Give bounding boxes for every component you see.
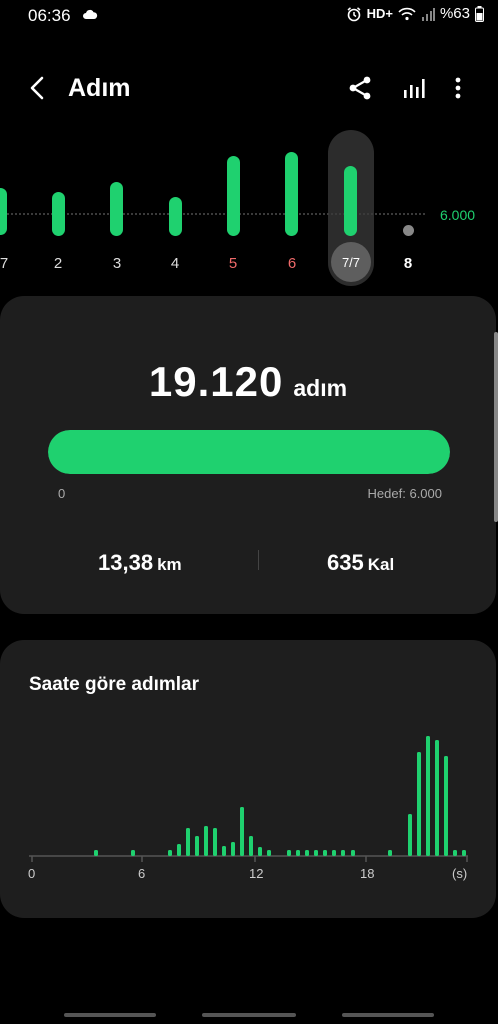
hourly-bar <box>408 814 412 856</box>
distance-metric: 13,38 km <box>98 550 182 576</box>
selected-day-label[interactable]: 7/7 <box>331 242 371 282</box>
scrollbar[interactable] <box>494 332 498 522</box>
goal-label: 6.000 <box>440 207 476 223</box>
network-type-label: HD+ <box>366 6 393 21</box>
progress-min-label: 0 <box>58 486 66 501</box>
hourly-bar <box>186 828 190 856</box>
hourly-steps-card: Saate göre adımlar 0 6 12 18 (s) <box>0 640 496 918</box>
calories-unit: Kal <box>367 555 395 574</box>
hour-tick-label: 18 <box>360 866 375 881</box>
metric-divider <box>258 550 259 570</box>
wifi-icon <box>398 7 416 20</box>
more-icon[interactable] <box>448 74 468 102</box>
hourly-bar <box>323 850 327 856</box>
hourly-bar <box>426 736 430 856</box>
back-icon[interactable] <box>26 74 48 102</box>
day-label[interactable]: 8 <box>393 255 423 272</box>
nav-recents-indicator[interactable] <box>64 1013 156 1017</box>
hour-tick-label: 0 <box>28 866 36 881</box>
app-header: Adım <box>0 60 498 116</box>
day-label[interactable]: 6 <box>277 255 307 272</box>
goal-progress-fill <box>48 430 450 474</box>
hourly-bar <box>195 836 199 856</box>
hourly-bar <box>462 850 466 856</box>
day-bar[interactable] <box>227 156 240 236</box>
battery-icon <box>475 5 484 22</box>
day-label[interactable]: 4 <box>160 255 190 272</box>
hourly-bar <box>168 850 172 856</box>
hourly-steps-chart <box>29 736 468 862</box>
day-bar[interactable] <box>285 152 298 236</box>
hourly-bar <box>231 842 235 856</box>
day-label[interactable]: 3 <box>102 255 132 272</box>
hourly-bar <box>94 850 98 856</box>
hourly-bar <box>287 850 291 856</box>
hourly-bar <box>435 740 439 856</box>
day-bar[interactable] <box>344 166 357 236</box>
steps-total: 19.120 adım <box>0 358 496 406</box>
hourly-bar <box>249 836 253 856</box>
daily-steps-chart: 6.000 /7 2 3 4 5 6 7/7 8 <box>0 128 498 288</box>
hourly-bar <box>305 850 309 856</box>
steps-value: 19.120 <box>148 358 284 405</box>
distance-value: 13,38 <box>98 550 154 575</box>
hourly-bar <box>444 756 448 856</box>
hourly-bar <box>267 850 271 856</box>
share-icon[interactable] <box>346 74 374 102</box>
signal-icon <box>421 7 435 21</box>
future-day-dot <box>403 225 414 236</box>
day-bar[interactable] <box>0 188 7 235</box>
hourly-bar <box>417 752 421 856</box>
status-time: 06:36 <box>28 6 71 25</box>
hourly-bar <box>341 850 345 856</box>
hour-tick-label: 6 <box>138 866 146 881</box>
hourly-bar <box>213 828 217 856</box>
battery-percent: %63 <box>439 5 470 22</box>
hourly-bar <box>131 850 135 856</box>
hourly-bar <box>351 850 355 856</box>
progress-goal-label: Hedef: 6.000 <box>367 486 442 501</box>
day-label[interactable]: /7 <box>0 255 17 272</box>
steps-unit: adım <box>293 375 348 401</box>
day-label[interactable]: 5 <box>218 255 248 272</box>
hour-tick-label: 12 <box>249 866 264 881</box>
hourly-bar <box>240 807 244 856</box>
hourly-bar <box>258 847 262 856</box>
calories-metric: 635 Kal <box>327 550 394 576</box>
status-icons: HD+ %63 <box>346 5 484 22</box>
hourly-bar <box>204 826 208 856</box>
hourly-bar <box>296 850 300 856</box>
cloud-icon <box>83 9 98 19</box>
hourly-bar <box>453 850 457 856</box>
hourly-bar <box>388 850 392 856</box>
status-bar: 06:36 HD+ %63 <box>0 0 498 30</box>
page-title: Adım <box>68 74 131 102</box>
day-bar[interactable] <box>169 197 182 236</box>
hour-tick-label: (s) <box>452 866 468 881</box>
hourly-bar <box>332 850 336 856</box>
calories-value: 635 <box>327 550 364 575</box>
hourly-bar <box>177 844 181 856</box>
day-bar[interactable] <box>52 192 65 236</box>
distance-unit: km <box>157 555 182 574</box>
day-label[interactable]: 2 <box>43 255 73 272</box>
alarm-icon <box>347 6 361 21</box>
nav-home-indicator[interactable] <box>202 1013 296 1017</box>
hourly-bar <box>314 850 318 856</box>
stats-icon[interactable] <box>401 74 427 102</box>
nav-back-indicator[interactable] <box>342 1013 434 1017</box>
summary-card: 19.120 adım 0 Hedef: 6.000 13,38 km 635 Kal <box>0 296 496 614</box>
hourly-bar <box>222 846 226 856</box>
goal-progress-bar <box>48 430 450 474</box>
day-bar[interactable] <box>110 182 123 236</box>
